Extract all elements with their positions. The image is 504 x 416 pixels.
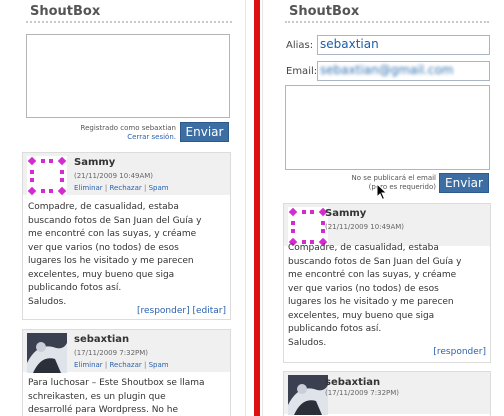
shout-message: Compadre, de casualidad, estaba buscando… xyxy=(28,201,230,309)
send-button[interactable]: Enviar xyxy=(180,122,229,142)
moderation-actions: Eliminar | Rechazar | Spam xyxy=(74,361,169,369)
email-note: No se publicará el email (pero es requer… xyxy=(285,174,436,192)
message-line: lugares los he visitado y me parecen xyxy=(288,297,454,307)
identicon-avatar-icon xyxy=(288,207,328,247)
shout-date: (17/11/2009 7:32PM) xyxy=(325,389,400,397)
right-shoutbox-panel: ShoutBox Alias: sebaxtian Email: sebaxti… xyxy=(262,0,504,416)
edit-link[interactable]: [editar] xyxy=(192,306,226,316)
shoutbox-title: ShoutBox xyxy=(289,4,360,19)
title-divider xyxy=(26,21,232,23)
shout-links: [responder] xyxy=(433,347,486,357)
message-line: buscando fotos de San Juan del Guía y xyxy=(288,256,462,267)
shout-message: Para luchosar – Este Shoutbox se llama s… xyxy=(28,377,230,416)
message-line: lugares los he visitado y me parecen xyxy=(28,256,194,266)
email-note-line2: (pero es requerido) xyxy=(368,183,436,191)
email-input[interactable]: sebaxtian@gmail.com xyxy=(317,61,490,81)
shoutbox-title: ShoutBox xyxy=(30,4,101,19)
message-line: excelentes, muy bueno que siga xyxy=(28,269,175,280)
reject-link[interactable]: Rechazar xyxy=(110,361,142,369)
message-line: publicando fotos así. xyxy=(288,324,382,334)
shout-item: Sammy (21/11/2009 10:49AM) Compadre, de … xyxy=(283,203,491,363)
spam-link[interactable]: Spam xyxy=(149,361,169,369)
message-line: publicando fotos así. xyxy=(28,283,122,293)
message-textarea[interactable] xyxy=(285,85,490,170)
shout-author: Sammy xyxy=(74,157,116,168)
message-textarea[interactable] xyxy=(26,34,230,118)
spam-link[interactable]: Spam xyxy=(149,184,169,192)
message-line: me encontré con las suyas, y créame xyxy=(288,270,457,280)
message-line: me encontré con las suyas, y créame xyxy=(28,229,197,239)
reply-link[interactable]: [responder] xyxy=(137,306,190,316)
shout-links: [responder] [editar] xyxy=(137,306,226,316)
email-label: Email: xyxy=(286,66,318,77)
message-line: Compadre, de casualidad, estaba xyxy=(288,243,439,253)
reply-link[interactable]: [responder] xyxy=(433,347,486,357)
message-line: ver que varios (no todos) de esos xyxy=(288,283,439,294)
shout-author: sebaxtian xyxy=(74,334,130,345)
message-line: excelentes, muy bueno que siga xyxy=(288,310,435,321)
message-line: schreikasten, es un plugin que xyxy=(28,391,166,402)
message-line: buscando fotos de San Juan del Guía y xyxy=(28,215,202,226)
message-line: Compadre, de casualidad, estaba xyxy=(28,202,179,212)
shout-date: (21/11/2009 10:49AM) xyxy=(325,223,405,231)
identicon-avatar-icon xyxy=(27,156,67,196)
send-button[interactable]: Enviar xyxy=(439,173,489,193)
title-divider xyxy=(285,21,489,23)
shout-date: (21/11/2009 10:49AM) xyxy=(74,172,154,180)
shout-item: sebaxtian (17/11/2009 7:32PM) Eliminar |… xyxy=(22,329,231,416)
message-line: Para luchosar – Este Shoutbox se llama xyxy=(28,378,205,388)
message-line: ver que varios (no todos) de esos xyxy=(28,242,179,253)
red-divider xyxy=(254,0,260,416)
shout-message: Compadre, de casualidad, estaba buscando… xyxy=(288,242,490,350)
logged-in-info: Registrado como sebaxtian Cerrar sesión. xyxy=(26,124,176,142)
shout-author: Sammy xyxy=(325,208,367,219)
avatar-icon xyxy=(27,333,67,373)
shout-author: sebaxtian xyxy=(325,377,381,388)
avatar-icon xyxy=(288,375,328,415)
delete-link[interactable]: Eliminar xyxy=(74,184,103,192)
shout-item: sebaxtian (17/11/2009 7:32PM) xyxy=(283,371,491,416)
reject-link[interactable]: Rechazar xyxy=(110,184,142,192)
email-value: sebaxtian@gmail.com xyxy=(320,63,454,77)
logged-in-label: Registrado como sebaxtian xyxy=(80,124,176,132)
email-note-line1: No se publicará el email xyxy=(351,174,436,182)
shout-item: Sammy (21/11/2009 10:49AM) Eliminar | Re… xyxy=(22,152,231,320)
shout-date: (17/11/2009 7:32PM) xyxy=(74,349,149,357)
left-shoutbox-panel: ShoutBox Registrado como sebaxtian Cerra… xyxy=(0,0,246,416)
message-line: desarrollé para Wordpress. No he xyxy=(28,405,179,415)
alias-input[interactable]: sebaxtian xyxy=(317,35,490,55)
delete-link[interactable]: Eliminar xyxy=(74,361,103,369)
alias-label: Alias: xyxy=(286,40,314,51)
mouse-cursor-icon xyxy=(376,182,388,201)
logout-link[interactable]: Cerrar sesión. xyxy=(127,133,176,141)
moderation-actions: Eliminar | Rechazar | Spam xyxy=(74,184,169,192)
